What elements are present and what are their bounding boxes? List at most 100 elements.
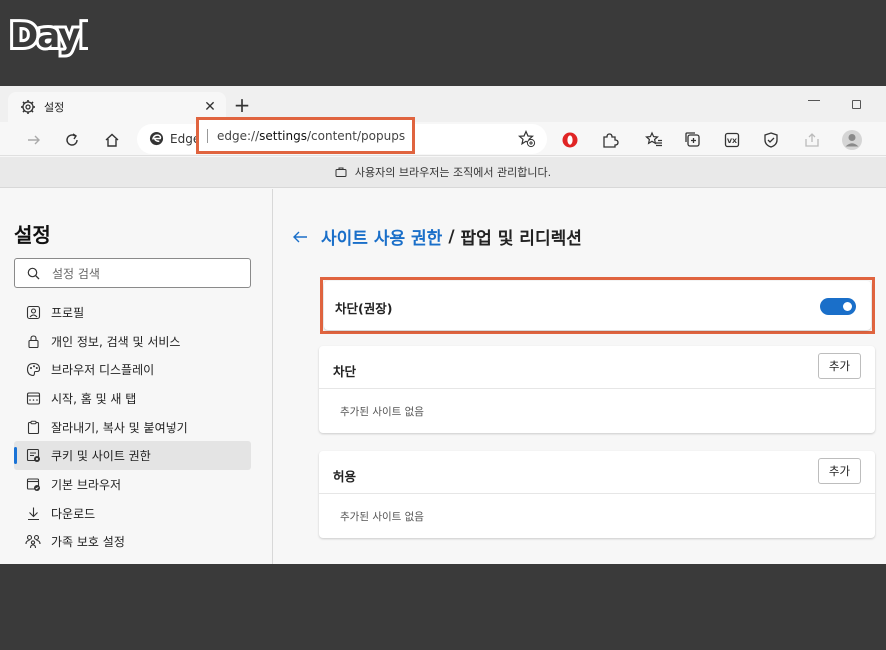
address-bar[interactable]: Edge edge://settings/content/popups (137, 117, 547, 154)
sidebar-item-clipboard[interactable]: 잘라내기, 복사 및 붙여넣기 (14, 413, 251, 442)
sidebar-item-label: 시작, 홈 및 새 탭 (51, 391, 137, 406)
add-favorite-button[interactable] (518, 130, 536, 148)
close-tab-button[interactable]: ✕ (200, 97, 220, 117)
breadcrumb: 사이트 사용 권한 / 팝업 및 리디렉션 (290, 224, 582, 249)
breadcrumb-separator: / (448, 226, 455, 247)
allow-add-button[interactable]: 추가 (818, 458, 861, 484)
allow-section-header: 허용 추가 (319, 451, 875, 494)
sidebar-item-cookies-permissions[interactable]: 쿠키 및 사이트 권한 (14, 441, 251, 471)
search-icon (27, 267, 40, 279)
block-toggle-label: 차단(권장) (335, 301, 393, 316)
profile-button[interactable] (838, 126, 866, 154)
share-button[interactable] (798, 126, 826, 154)
sidebar-item-label: 기본 브라우저 (51, 477, 122, 492)
settings-main: 사이트 사용 권한 / 팝업 및 리디렉션 차단(권장) 차단 추가 추가된 사… (274, 189, 886, 564)
block-section-title: 차단 (333, 364, 357, 379)
extensions-button[interactable] (596, 126, 624, 154)
sidebar-item-default-browser[interactable]: 기본 브라우저 (14, 470, 251, 499)
opera-extension-button[interactable] (556, 126, 584, 154)
svg-text:VX: VX (727, 137, 737, 145)
essentials-icon (764, 132, 778, 148)
sidebar-title: 설정 (14, 223, 51, 247)
maximize-button[interactable] (852, 100, 861, 109)
allow-section-title: 허용 (333, 469, 357, 484)
block-section: 차단 추가 추가된 사이트 없음 (319, 346, 875, 433)
refresh-icon (66, 133, 78, 146)
profile-icon (25, 304, 41, 320)
share-icon (805, 133, 819, 147)
sidebar-item-label: 잘라내기, 복사 및 붙여넣기 (51, 420, 188, 435)
url-text: edge://settings/content/popups (217, 129, 405, 143)
toolbar: Edge edge://settings/content/popups VX (0, 117, 886, 156)
tab-title: 설정 (44, 101, 65, 114)
settings-search-input[interactable]: 설정 검색 (14, 258, 251, 288)
collections-button[interactable] (679, 126, 707, 154)
sidebar-item-downloads[interactable]: 다운로드 (14, 499, 251, 528)
dayb-logo: DayB (8, 9, 88, 58)
logo-text: DayB (10, 16, 88, 56)
home-button[interactable] (98, 126, 126, 154)
block-add-button[interactable]: 추가 (818, 353, 861, 379)
sidebar-item-label: 쿠키 및 사이트 권한 (51, 449, 151, 464)
sidebar-item-privacy[interactable]: 개인 정보, 검색 및 서비스 (14, 327, 251, 356)
breadcrumb-site-permissions-link[interactable]: 사이트 사용 권한 (321, 224, 442, 249)
back-arrow-icon (293, 231, 307, 242)
url-highlight: settings (259, 128, 307, 143)
new-tab-button[interactable]: + (231, 93, 253, 117)
vpn-button[interactable]: VX (718, 126, 746, 154)
site-permissions-icon (25, 448, 41, 464)
sidebar-item-family[interactable]: 가족 보호 설정 (14, 528, 251, 557)
forward-button[interactable] (20, 126, 48, 154)
power-icon (25, 390, 41, 406)
search-placeholder: 설정 검색 (52, 266, 100, 281)
url-field[interactable]: edge://settings/content/popups (196, 117, 415, 154)
site-identity[interactable]: Edge (149, 131, 200, 146)
browser-essentials-button[interactable] (757, 126, 785, 154)
favorites-button[interactable] (640, 126, 668, 154)
sidebar-item-start-home[interactable]: 시작, 홈 및 새 탭 (14, 384, 251, 413)
vpn-icon: VX (724, 132, 740, 148)
sidebar-item-label: 프로필 (51, 305, 85, 320)
sidebar-item-label: 개인 정보, 검색 및 서비스 (51, 334, 181, 349)
favorites-icon (645, 131, 662, 147)
url-divider (207, 128, 208, 143)
refresh-button[interactable] (58, 126, 86, 154)
collections-icon (685, 132, 700, 147)
block-toggle-switch[interactable] (820, 298, 856, 315)
block-section-header: 차단 추가 (319, 346, 875, 389)
edge-logo-icon (149, 131, 164, 146)
back-button[interactable] (290, 227, 310, 247)
block-empty-text: 추가된 사이트 없음 (340, 406, 424, 418)
allow-empty-text: 추가된 사이트 없음 (340, 511, 424, 523)
sidebar-item-label: 가족 보호 설정 (51, 535, 125, 550)
browser-window: 설정 ✕ + Edge edge://settings/content/popu… (0, 86, 886, 564)
settings-nav: 프로필 개인 정보, 검색 및 서비스 브라우저 디스플레이 시작, 홈 및 새… (14, 298, 251, 556)
clipboard-icon (25, 419, 41, 435)
page-title: 팝업 및 리디렉션 (460, 229, 582, 249)
palette-icon (25, 362, 41, 378)
sidebar-item-profile[interactable]: 프로필 (14, 298, 251, 327)
tab-settings[interactable]: 설정 ✕ (8, 92, 226, 122)
avatar-icon (842, 130, 862, 150)
managed-notice-bar: 사용자의 브라우저는 조직에서 관리합니다. (0, 157, 886, 188)
tab-strip: 설정 ✕ + (0, 86, 886, 122)
opera-icon (562, 132, 578, 148)
briefcase-icon (335, 167, 347, 177)
gear-icon (20, 99, 36, 115)
puzzle-icon (603, 133, 619, 148)
managed-notice-text: 사용자의 브라우저는 조직에서 관리합니다. (354, 166, 552, 179)
sidebar-item-label: 다운로드 (51, 506, 96, 521)
family-icon (25, 534, 41, 550)
url-suffix: /content/popups (307, 128, 406, 143)
block-recommended-card: 차단(권장) (324, 281, 871, 330)
allow-section: 허용 추가 추가된 사이트 없음 (319, 451, 875, 538)
forward-arrow-icon (28, 135, 40, 145)
settings-sidebar: 설정 설정 검색 프로필 개인 정보, 검색 및 서비스 브라우저 디스플레이 … (0, 189, 273, 564)
minimize-button[interactable] (808, 100, 820, 101)
browser-icon (25, 476, 41, 492)
sidebar-item-appearance[interactable]: 브라우저 디스플레이 (14, 355, 251, 384)
download-icon (25, 505, 41, 521)
url-prefix: edge:// (217, 128, 260, 143)
lock-icon (25, 333, 41, 349)
sidebar-item-label: 브라우저 디스플레이 (51, 363, 155, 378)
